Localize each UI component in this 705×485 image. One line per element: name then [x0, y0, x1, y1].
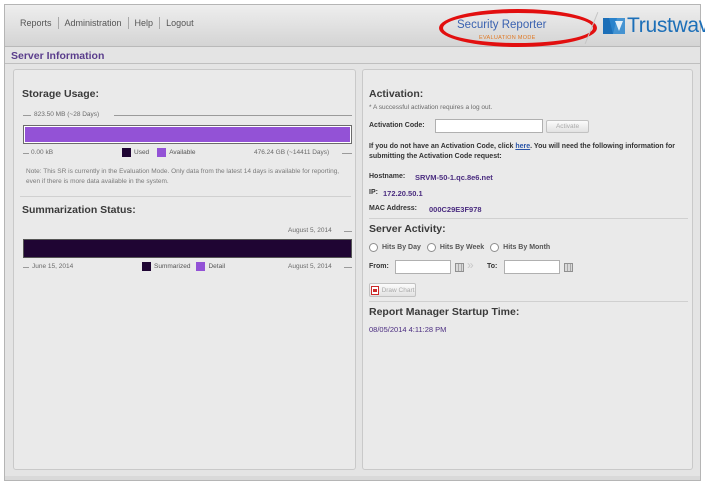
activation-notice: * A successful activation requires a log…	[369, 104, 493, 111]
section-divider	[369, 301, 688, 302]
axis-line	[114, 115, 352, 116]
storage-max-label: 476.24 GB (~14411 Days)	[254, 149, 330, 156]
hits-by-day-label[interactable]: Hits By Day	[382, 244, 421, 251]
hits-by-week-radio[interactable]	[426, 243, 436, 252]
hits-by-month-radio[interactable]	[490, 243, 500, 252]
legend-used: Used	[134, 149, 150, 156]
activation-code-input[interactable]	[435, 119, 543, 133]
axis-line	[344, 267, 352, 268]
axis-line	[23, 267, 29, 268]
menu-help[interactable]: Help	[129, 15, 160, 31]
activity-range-options: Hits By Day Hits By Week Hits By Month	[367, 243, 550, 252]
summarization-top-date: August 5, 2014	[288, 227, 332, 234]
activation-info-prefix: If you do not have an Activation Code, c…	[369, 143, 516, 150]
evaluation-note: Note: This SR is currently in the Evalua…	[26, 168, 340, 185]
storage-usage-bar	[23, 125, 352, 144]
server-details-panel: Activation: * A successful activation re…	[362, 69, 693, 470]
storage-legend: Used Available	[122, 148, 195, 157]
storage-capacity-label: 823.50 MB (~28 Days)	[34, 111, 100, 118]
draw-chart-button[interactable]: Draw Chart	[369, 283, 416, 297]
trustwave-logo: Trustwave	[603, 15, 705, 36]
company-name: Trustwave	[627, 14, 705, 37]
summarization-heading: Summarization Status:	[22, 204, 136, 216]
evaluation-mode-label: EVALUATION MODE	[479, 35, 536, 41]
app-window: Reports Administration Help Logout Secur…	[4, 4, 705, 481]
from-label: From:	[369, 263, 389, 270]
menu-administration[interactable]: Administration	[59, 15, 128, 31]
available-swatch	[157, 148, 167, 157]
server-activity-heading: Server Activity:	[369, 223, 446, 235]
legend-detail: Detail	[208, 263, 226, 270]
summarization-status-bar	[23, 239, 352, 258]
hostname-value: SRVM-50-1.qc.8e6.net	[415, 173, 493, 182]
used-swatch	[122, 148, 131, 157]
title-divider	[5, 63, 700, 64]
activation-here-link[interactable]: here	[515, 143, 530, 150]
summarization-end-date: August 5, 2014	[288, 263, 332, 270]
draw-chart-label: Draw Chart	[381, 286, 415, 294]
section-divider	[20, 196, 351, 197]
brand-area: Security Reporter EVALUATION MODE Trustw…	[437, 5, 705, 47]
summarized-swatch	[142, 262, 151, 271]
hits-by-week-label[interactable]: Hits By Week	[440, 244, 484, 251]
hits-by-day-radio[interactable]	[369, 243, 378, 252]
axis-line	[344, 231, 352, 232]
menu-logout[interactable]: Logout	[160, 15, 200, 31]
summarization-legend: Summarized Detail	[142, 262, 225, 271]
legend-available: Available	[169, 149, 196, 156]
legend-summarized: Summarized	[154, 263, 191, 270]
to-label: To:	[487, 263, 498, 270]
detail-swatch	[196, 262, 206, 271]
from-date-input[interactable]	[395, 260, 451, 274]
footer-bar	[5, 476, 700, 480]
trustwave-logo-icon	[603, 17, 625, 34]
main-menu: Reports Administration Help Logout	[14, 15, 200, 31]
top-navigation-bar: Reports Administration Help Logout Secur…	[5, 5, 705, 47]
storage-min-label: 0.00 kB	[31, 149, 54, 156]
double-arrow-icon: »	[467, 258, 474, 272]
menu-reports[interactable]: Reports	[14, 15, 58, 31]
mac-value: 000C29E3F978	[429, 205, 482, 214]
axis-line	[342, 153, 352, 154]
ip-value: 172.20.50.1	[383, 189, 423, 198]
activate-button[interactable]: Activate	[546, 120, 589, 133]
calendar-icon[interactable]	[564, 263, 573, 272]
startup-heading: Report Manager Startup Time:	[369, 306, 520, 318]
storage-heading: Storage Usage:	[22, 88, 100, 100]
activation-code-label: Activation Code:	[369, 122, 425, 129]
product-title: Security Reporter	[457, 19, 547, 31]
section-divider	[369, 218, 688, 219]
storage-panel: Storage Usage: 823.50 MB (~28 Days) 0.00…	[13, 69, 356, 470]
axis-line	[23, 153, 29, 154]
pdf-icon	[370, 285, 379, 295]
ip-label: IP:	[369, 189, 378, 196]
mac-label: MAC Address:	[369, 205, 417, 212]
activation-info: If you do not have an Activation Code, c…	[369, 142, 687, 162]
page-title: Server Information	[11, 50, 105, 62]
calendar-icon[interactable]	[455, 263, 464, 272]
summarization-start-date: June 15, 2014	[32, 263, 74, 270]
storage-available-fill	[25, 127, 350, 142]
activation-heading: Activation:	[369, 88, 424, 100]
startup-time-value: 08/05/2014 4:11:28 PM	[369, 325, 447, 334]
summarized-fill	[24, 240, 351, 257]
axis-line	[23, 115, 31, 116]
hits-by-month-label[interactable]: Hits By Month	[503, 244, 550, 251]
hostname-label: Hostname:	[369, 173, 406, 180]
to-date-input[interactable]	[504, 260, 560, 274]
